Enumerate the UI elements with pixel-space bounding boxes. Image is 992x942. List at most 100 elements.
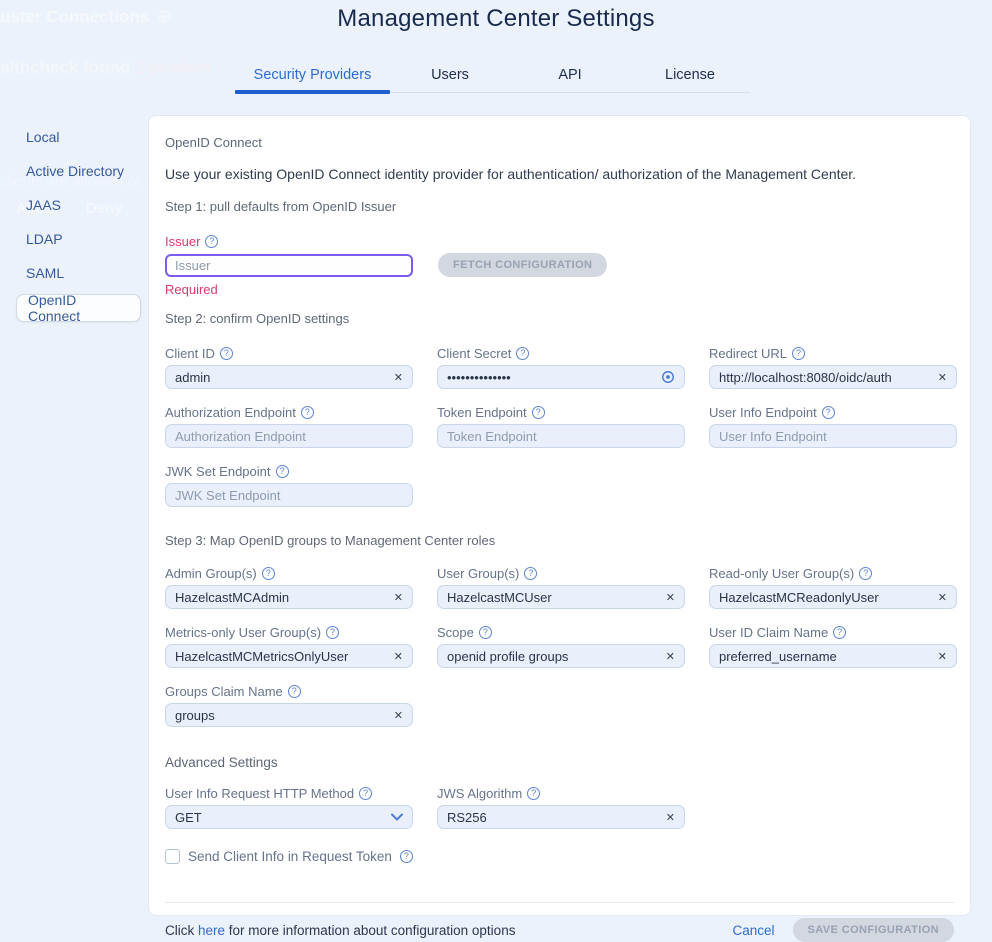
section-title: OpenID Connect — [165, 135, 954, 150]
step2-text: Step 2: confirm OpenID settings — [165, 311, 954, 326]
user-groups-input[interactable] — [447, 590, 660, 605]
clear-icon[interactable]: ✕ — [394, 650, 403, 663]
help-icon[interactable]: ? — [479, 626, 492, 639]
clear-icon[interactable]: ✕ — [938, 591, 947, 604]
help-icon[interactable]: ? — [205, 235, 218, 248]
security-providers-sidebar: Local Active Directory JAAS LDAP SAML Op… — [16, 120, 141, 322]
help-icon[interactable]: ? — [532, 406, 545, 419]
clear-icon[interactable]: ✕ — [394, 371, 403, 384]
client-id-input[interactable] — [175, 370, 388, 385]
issuer-label: Issuer ? — [165, 234, 954, 249]
ghost-healthcheck: althcheck found 1 problem — [0, 58, 211, 78]
send-client-info-checkbox[interactable] — [165, 849, 180, 864]
authorization-endpoint-label: Authorization Endpoint — [165, 405, 296, 420]
help-icon[interactable]: ? — [792, 347, 805, 360]
jws-algorithm-label: JWS Algorithm — [437, 786, 522, 801]
sidebar-item-openid-connect[interactable]: OpenID Connect — [16, 294, 141, 322]
metrics-only-user-groups-input[interactable] — [175, 649, 388, 664]
sidebar-item-active-directory[interactable]: Active Directory — [16, 154, 141, 188]
help-icon[interactable]: ? — [400, 850, 413, 863]
token-endpoint-input[interactable] — [447, 429, 675, 444]
field-user-id-claim-name: User ID Claim Name? ✕ — [709, 625, 957, 668]
tab-security-providers[interactable]: Security Providers — [235, 64, 390, 92]
user-info-endpoint-input[interactable] — [719, 429, 947, 444]
fetch-configuration-button[interactable]: FETCH CONFIGURATION — [438, 253, 607, 277]
field-redirect-url: Redirect URL? ✕ — [709, 346, 957, 389]
panel-footer: Click here for more information about co… — [165, 918, 954, 942]
clear-icon[interactable]: ✕ — [666, 811, 675, 824]
ghost-text: 1 problem — [130, 58, 210, 77]
field-user-info-request-http-method: User Info Request HTTP Method? GET — [165, 786, 413, 829]
help-icon[interactable]: ? — [326, 626, 339, 639]
field-jws-algorithm: JWS Algorithm? ✕ — [437, 786, 685, 829]
issuer-input[interactable] — [175, 258, 403, 273]
field-authorization-endpoint: Authorization Endpoint? — [165, 405, 413, 448]
field-scope: Scope? ✕ — [437, 625, 685, 668]
field-groups-claim-name: Groups Claim Name? ✕ — [165, 684, 413, 727]
user-id-claim-name-input[interactable] — [719, 649, 932, 664]
http-method-value: GET — [175, 810, 202, 825]
sidebar-item-jaas[interactable]: JAAS — [16, 188, 141, 222]
tab-users[interactable]: Users — [390, 64, 510, 92]
help-icon[interactable]: ? — [220, 347, 233, 360]
section-description: Use your existing OpenID Connect identit… — [165, 166, 954, 182]
field-metrics-only-user-groups: Metrics-only User Group(s)? ✕ — [165, 625, 413, 668]
client-secret-input[interactable] — [447, 370, 655, 385]
clear-icon[interactable]: ✕ — [938, 650, 947, 663]
jwk-set-endpoint-input[interactable] — [175, 488, 403, 503]
send-client-info-label: Send Client Info in Request Token — [188, 849, 392, 864]
scope-input[interactable] — [447, 649, 660, 664]
footer-divider — [165, 902, 954, 903]
client-secret-label: Client Secret — [437, 346, 511, 361]
jws-algorithm-input[interactable] — [447, 810, 660, 825]
help-icon[interactable]: ? — [516, 347, 529, 360]
clear-icon[interactable]: ✕ — [938, 371, 947, 384]
save-configuration-button[interactable]: SAVE CONFIGURATION — [793, 918, 954, 942]
authorization-endpoint-input[interactable] — [175, 429, 403, 444]
clear-icon[interactable]: ✕ — [666, 650, 675, 663]
help-icon[interactable]: ? — [288, 685, 301, 698]
help-icon[interactable]: ? — [822, 406, 835, 419]
issuer-required-error: Required — [165, 282, 954, 297]
send-client-info-row: Send Client Info in Request Token ? — [165, 849, 954, 864]
help-icon[interactable]: ? — [833, 626, 846, 639]
redirect-url-input[interactable] — [719, 370, 932, 385]
sidebar-item-saml[interactable]: SAML — [16, 256, 141, 290]
eye-icon[interactable] — [661, 370, 675, 384]
token-endpoint-label: Token Endpoint — [437, 405, 527, 420]
groups-claim-name-label: Groups Claim Name — [165, 684, 283, 699]
page-title: Management Center Settings — [0, 5, 992, 33]
admin-groups-input[interactable] — [175, 590, 388, 605]
tab-license[interactable]: License — [630, 64, 750, 92]
field-jwk-set-endpoint: JWK Set Endpoint? — [165, 464, 413, 507]
help-icon[interactable]: ? — [859, 567, 872, 580]
clear-icon[interactable]: ✕ — [394, 709, 403, 722]
help-icon[interactable]: ? — [262, 567, 275, 580]
user-groups-label: User Group(s) — [437, 566, 519, 581]
field-client-id: Client ID? ✕ — [165, 346, 413, 389]
sidebar-item-local[interactable]: Local — [16, 120, 141, 154]
issuer-label-text: Issuer — [165, 234, 200, 249]
field-user-info-endpoint: User Info Endpoint? — [709, 405, 957, 448]
help-icon[interactable]: ? — [359, 787, 372, 800]
settings-tabs: Security Providers Users API License — [235, 64, 750, 93]
tab-api[interactable]: API — [510, 64, 630, 92]
help-icon[interactable]: ? — [527, 787, 540, 800]
step3-text: Step 3: Map OpenID groups to Management … — [165, 533, 954, 548]
http-method-label: User Info Request HTTP Method — [165, 786, 354, 801]
clear-icon[interactable]: ✕ — [394, 591, 403, 604]
metrics-only-user-groups-label: Metrics-only User Group(s) — [165, 625, 321, 640]
sidebar-item-ldap[interactable]: LDAP — [16, 222, 141, 256]
redirect-url-label: Redirect URL — [709, 346, 787, 361]
help-icon[interactable]: ? — [301, 406, 314, 419]
http-method-select[interactable]: GET — [165, 805, 413, 829]
groups-claim-name-input[interactable] — [175, 708, 388, 723]
scope-label: Scope — [437, 625, 474, 640]
ghost-text: althcheck found — [0, 58, 130, 77]
help-icon[interactable]: ? — [276, 465, 289, 478]
readonly-user-groups-input[interactable] — [719, 590, 932, 605]
help-icon[interactable]: ? — [524, 567, 537, 580]
clear-icon[interactable]: ✕ — [666, 591, 675, 604]
openid-connect-panel: OpenID Connect Use your existing OpenID … — [148, 115, 971, 916]
jwk-set-endpoint-label: JWK Set Endpoint — [165, 464, 271, 479]
